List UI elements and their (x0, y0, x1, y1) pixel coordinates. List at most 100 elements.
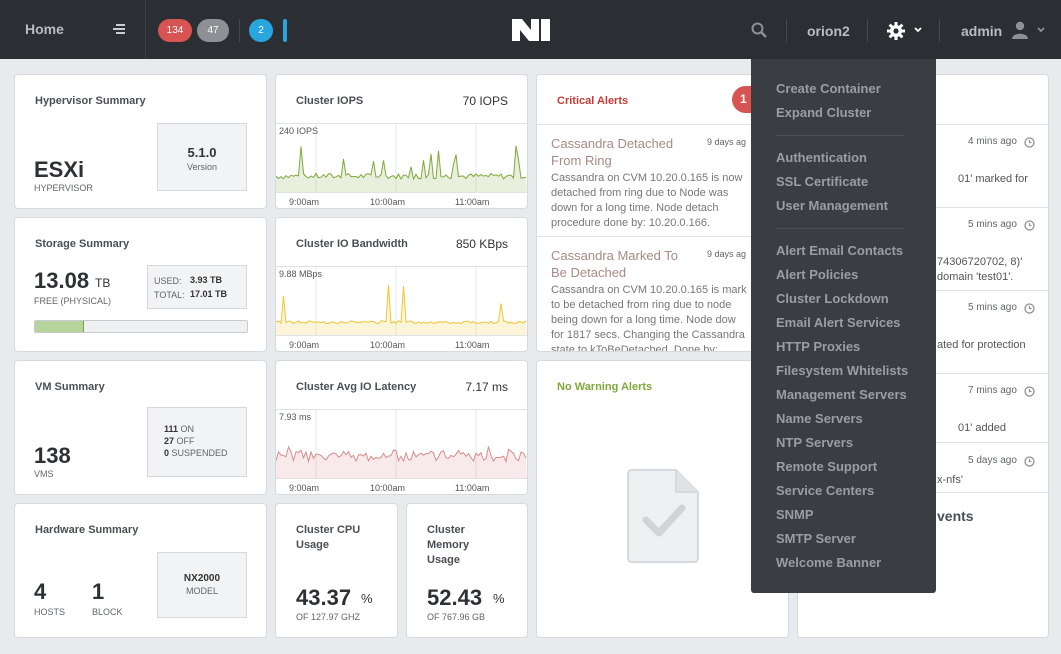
menu-item-smtp-server[interactable]: SMTP Server (776, 531, 856, 546)
latency-chart[interactable]: 7.93 ms (276, 409, 527, 479)
card-title: VM Summary (35, 381, 105, 393)
event-text: 01' added (958, 422, 1006, 434)
card-title-line2: Memory (427, 539, 470, 551)
card-title: Cluster Avg IO Latency (296, 381, 417, 393)
gear-icon[interactable] (887, 22, 905, 40)
clock-icon (1024, 137, 1035, 148)
alert-title[interactable]: Cassandra Detached From Ring (551, 135, 701, 169)
model-box: NX2000 MODEL (157, 552, 247, 618)
menu-item-service-centers[interactable]: Service Centers (776, 483, 874, 498)
alert-item[interactable]: Cassandra Detached From Ring 9 days ag C… (537, 124, 787, 236)
iops-chart[interactable]: 240 IOPS (276, 123, 527, 193)
menu-item-ntp-servers[interactable]: NTP Servers (776, 435, 853, 450)
card-title-line1: Cluster CPU (296, 524, 361, 536)
event-time: 5 mins ago (968, 219, 1017, 230)
event-time: 4 mins ago (968, 136, 1017, 147)
tasks-progress-bar (283, 19, 287, 42)
alert-time: 9 days ag (707, 137, 747, 147)
menu-item-email-alert-services[interactable]: Email Alert Services (776, 315, 901, 330)
menu-item-user-management[interactable]: User Management (776, 198, 888, 213)
storage-free-unit: TB (95, 276, 111, 290)
hypervisor-summary-card[interactable]: Hypervisor Summary ESXi HYPERVISOR 5.1.0… (14, 74, 267, 209)
cluster-name[interactable]: orion2 (807, 23, 850, 39)
alert-description-line: to be detached from ring due to node (551, 299, 732, 311)
vm-off-label: OFF (176, 436, 195, 446)
card-title-line1: Cluster (427, 524, 465, 536)
divider (939, 19, 940, 42)
critical-alerts-badge[interactable]: 134 (158, 19, 192, 42)
event-text: x-nfs' (937, 474, 963, 486)
tasks-badge[interactable]: 2 (249, 19, 273, 42)
user-icon[interactable] (1011, 21, 1029, 39)
alert-description-line: Cassandra on CVM 10.20.0.165 is mark (551, 284, 747, 296)
x-tick-label: 10:00am (370, 340, 406, 350)
home-label[interactable]: Home (25, 21, 64, 37)
version-box: 5.1.0 Version (157, 123, 247, 191)
divider (867, 19, 868, 42)
menu-icon[interactable] (113, 24, 125, 34)
vm-summary-card[interactable]: VM Summary 138 VMS 111 ON 27 OFF 0 SUSPE… (14, 360, 267, 495)
menu-item-snmp[interactable]: SNMP (776, 507, 814, 522)
menu-item-management-servers[interactable]: Management Servers (776, 387, 907, 402)
x-tick-label: 11:00am (455, 197, 490, 207)
clock-icon (1024, 456, 1035, 467)
warning-alerts-title: No Warning Alerts (557, 381, 653, 393)
alert-description: Cassandra on CVM 10.20.0.165 is now deta… (551, 171, 783, 231)
menu-item-expand-cluster[interactable]: Expand Cluster (776, 105, 871, 120)
alert-title-line: Be Detached (551, 265, 627, 280)
card-title: Hypervisor Summary (35, 95, 146, 107)
cluster-bandwidth-card[interactable]: Cluster IO Bandwidth 850 KBps 9.88 MBps … (275, 217, 528, 352)
menu-item-cluster-lockdown[interactable]: Cluster Lockdown (776, 291, 889, 306)
menu-item-ssl-certificate[interactable]: SSL Certificate (776, 174, 868, 189)
chevron-down-icon[interactable] (914, 27, 922, 33)
menu-item-authentication[interactable]: Authentication (776, 150, 867, 165)
clock-icon (1024, 220, 1035, 231)
vm-off-count: 27 (164, 436, 175, 446)
memory-usage-value: 52.43 (427, 585, 483, 610)
hardware-summary-card[interactable]: Hardware Summary 4 HOSTS 1 BLOCK NX2000 … (14, 503, 267, 638)
menu-item-name-servers[interactable]: Name Servers (776, 411, 863, 426)
version-label: Version (186, 162, 218, 172)
model-label: MODEL (185, 586, 218, 596)
vm-suspended-label: SUSPENDED (171, 448, 228, 458)
divider (239, 19, 240, 42)
search-icon[interactable] (751, 22, 767, 38)
storage-free-label: FREE (PHYSICAL) (34, 296, 112, 306)
hypervisor-label: HYPERVISOR (34, 183, 93, 193)
card-title-line3: Usage (427, 554, 461, 566)
menu-item-http-proxies[interactable]: HTTP Proxies (776, 339, 860, 354)
cluster-latency-card[interactable]: Cluster Avg IO Latency 7.17 ms 7.93 ms 9… (275, 360, 528, 495)
alert-item[interactable]: Cassandra Marked To Be Detached 9 days a… (537, 236, 787, 351)
menu-item-filesystem-whitelists[interactable]: Filesystem Whitelists (776, 363, 908, 378)
bandwidth-chart[interactable]: 9.88 MBps (276, 266, 527, 336)
cluster-iops-card[interactable]: Cluster IOPS 70 IOPS 240 IOPS 9:00am 10:… (275, 74, 528, 209)
bandwidth-max-label: 9.88 MBps (279, 269, 323, 279)
x-tick-label: 11:00am (455, 483, 490, 493)
chart-series-line (276, 285, 527, 325)
alert-title[interactable]: Cassandra Marked To Be Detached (551, 247, 701, 281)
alert-description: Cassandra on CVM 10.20.0.165 is mark to … (551, 283, 783, 351)
cluster-memory-card[interactable]: Cluster Memory Usage 52.43 % OF 767.96 G… (406, 503, 528, 638)
user-name[interactable]: admin (961, 23, 1002, 39)
clock-icon (1024, 386, 1035, 397)
cpu-usage-unit: % (361, 591, 373, 606)
settings-dropdown-menu: Create Container Expand Cluster Authenti… (751, 59, 936, 593)
cluster-cpu-card[interactable]: Cluster CPU Usage 43.37 % OF 127.97 GHz (275, 503, 398, 638)
clock-icon (1024, 303, 1035, 314)
version-value: 5.1.0 (187, 145, 217, 160)
menu-item-remote-support[interactable]: Remote Support (776, 459, 877, 474)
menu-item-alert-email-contacts[interactable]: Alert Email Contacts (776, 243, 903, 258)
host-count: 4 (34, 579, 47, 604)
event-text: ated for protection (937, 339, 1026, 351)
block-count: 1 (92, 579, 105, 604)
menu-item-alert-policies[interactable]: Alert Policies (776, 267, 858, 282)
chevron-down-icon[interactable] (1037, 27, 1045, 33)
home-nav-section[interactable]: Home (0, 0, 146, 59)
storage-summary-card[interactable]: Storage Summary 13.08 TB FREE (PHYSICAL)… (14, 217, 267, 352)
x-tick-label: 9:00am (289, 340, 320, 350)
warning-alerts-badge[interactable]: 47 (197, 19, 229, 42)
event-text: domain 'test01'. (937, 271, 1014, 283)
memory-usage-unit: % (493, 591, 505, 606)
menu-item-create-container[interactable]: Create Container (776, 81, 881, 96)
menu-item-welcome-banner[interactable]: Welcome Banner (776, 555, 881, 570)
